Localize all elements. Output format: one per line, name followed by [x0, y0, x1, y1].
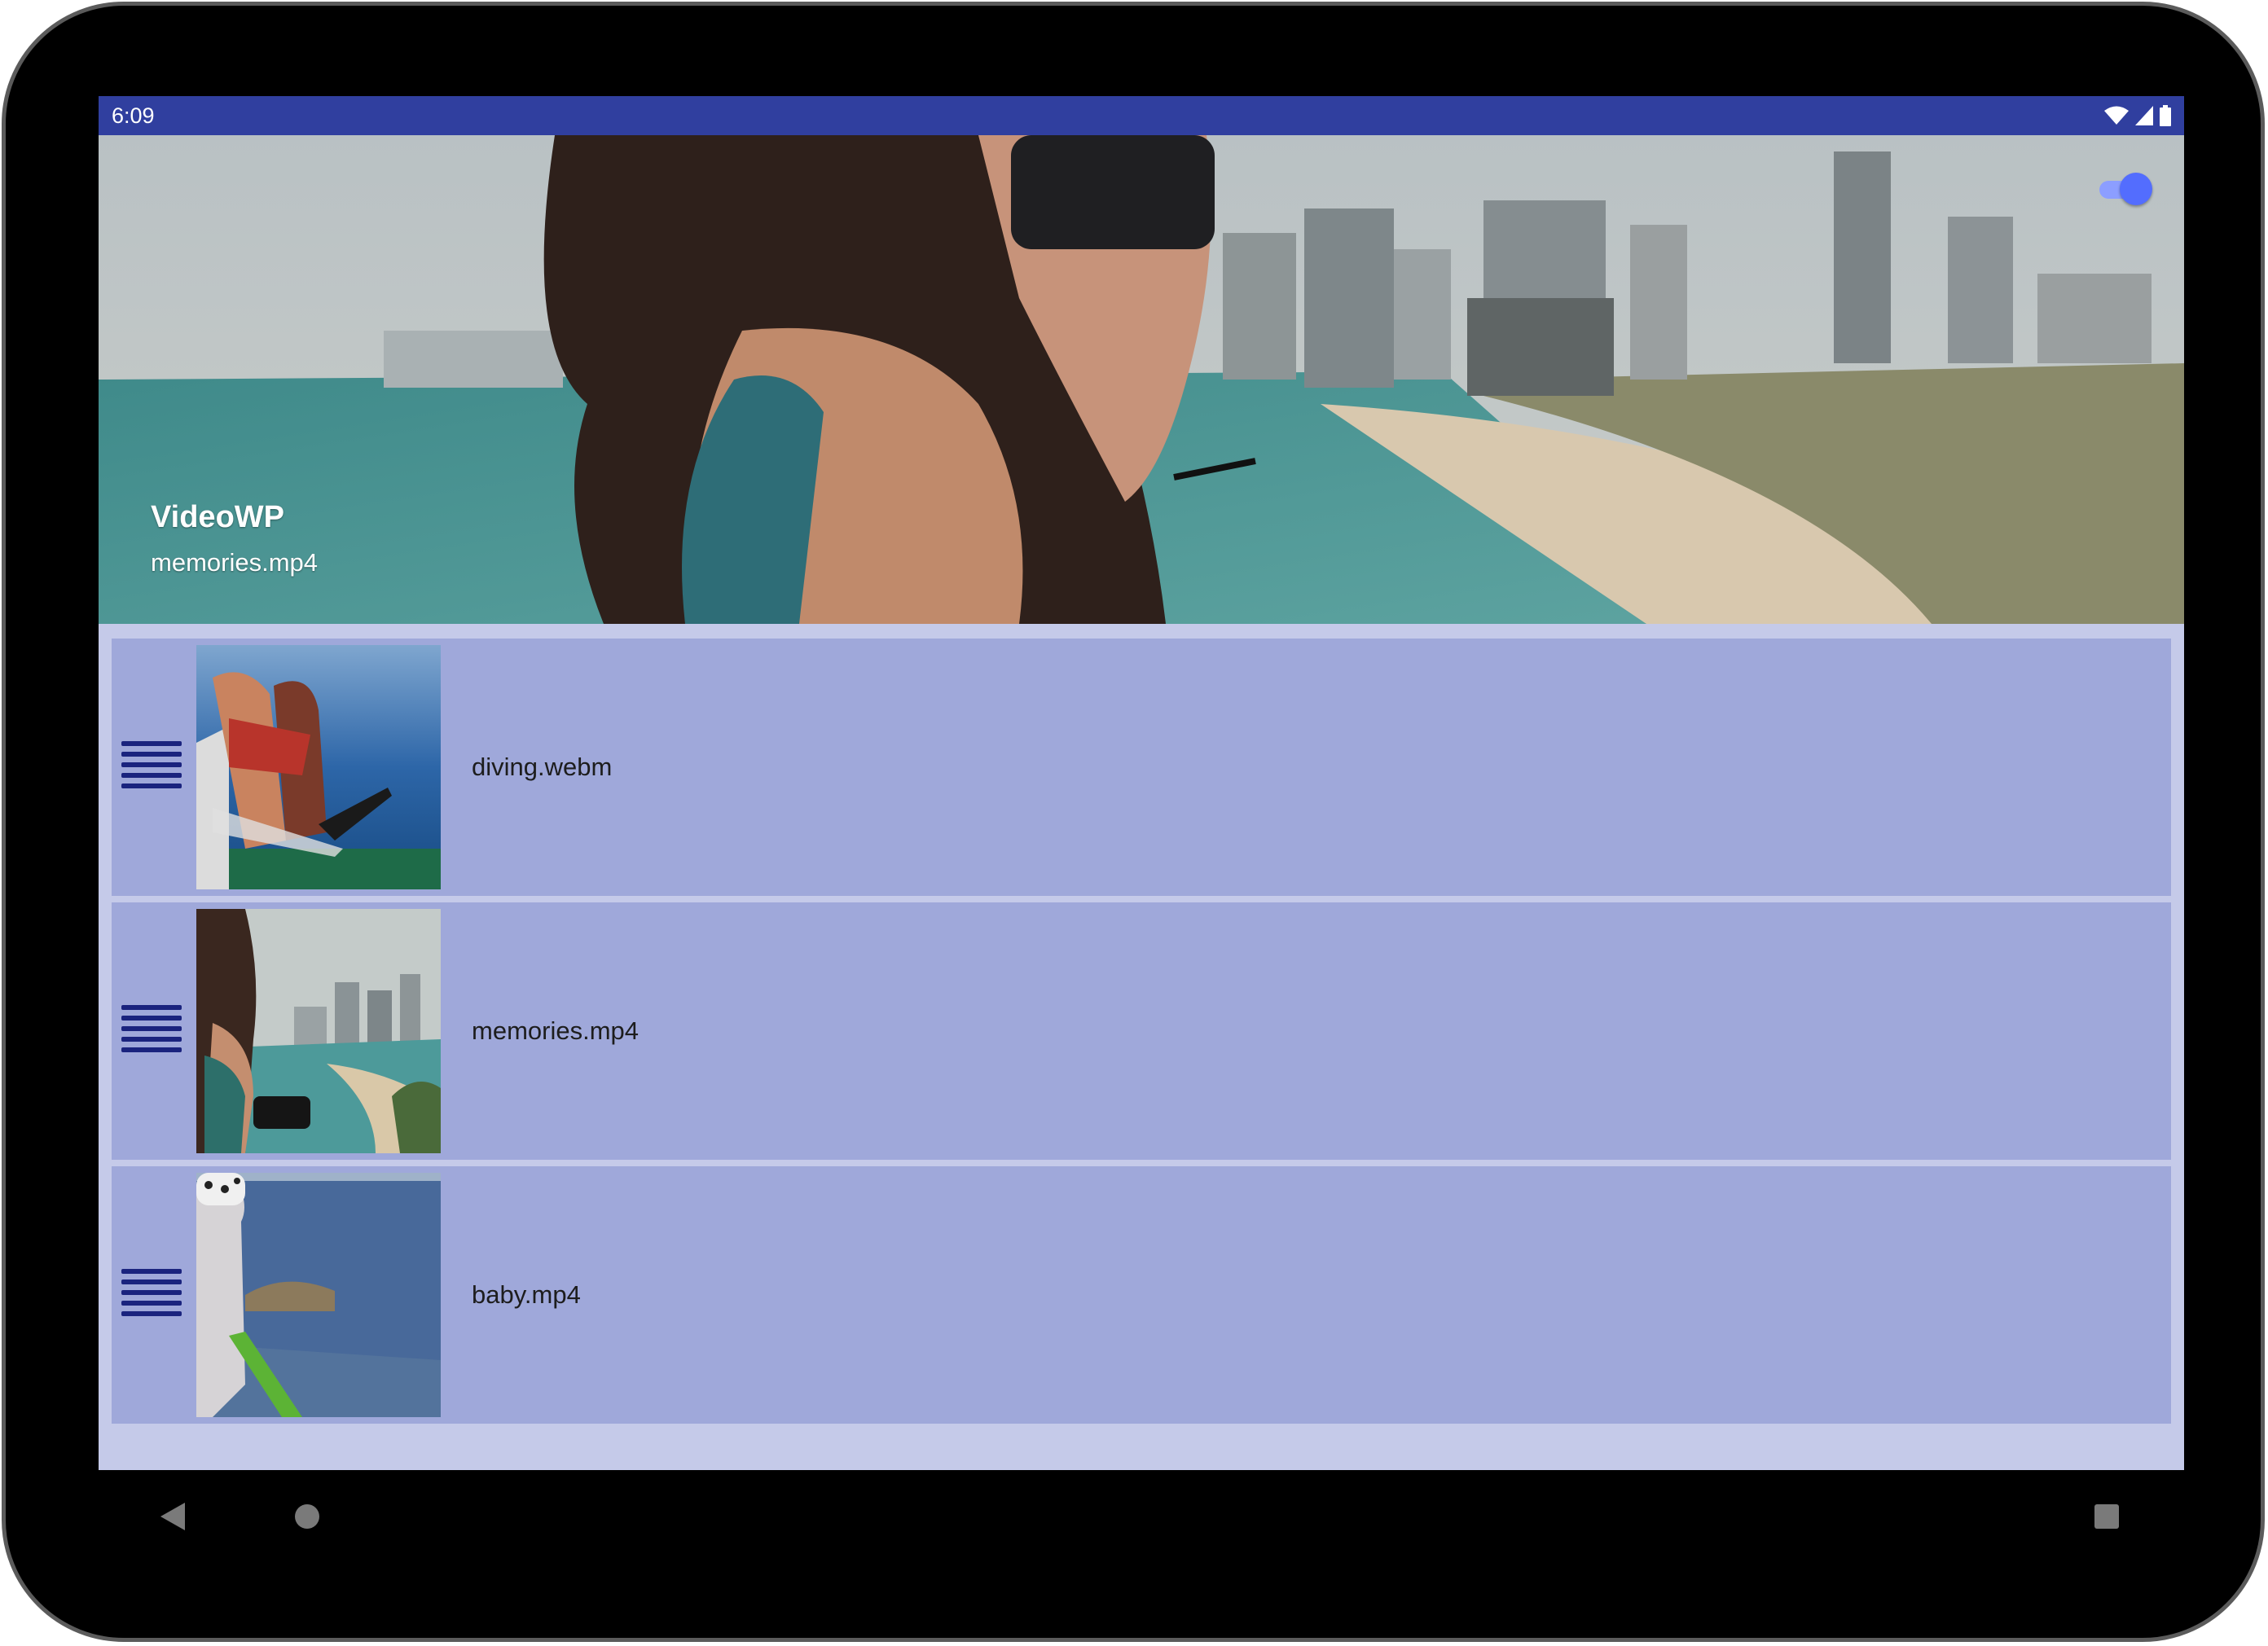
video-thumbnail [196, 645, 441, 889]
toggle-thumb [2120, 173, 2152, 205]
status-icons [2104, 103, 2171, 128]
playlist-item[interactable]: diving.webm [112, 639, 2171, 896]
playlist-item-label: baby.mp4 [472, 1280, 581, 1309]
video-thumbnail [196, 1173, 441, 1417]
playback-toggle[interactable] [2099, 173, 2152, 205]
playlist-item-label: memories.mp4 [472, 1016, 639, 1045]
drag-handle-icon[interactable] [121, 741, 182, 792]
home-icon[interactable] [295, 1504, 319, 1529]
signal-icon [2135, 106, 2153, 125]
playlist-item[interactable]: baby.mp4 [112, 1166, 2171, 1424]
app-title: VideoWP [151, 500, 284, 534]
drag-handle-icon[interactable] [121, 1269, 182, 1319]
status-bar: 6:09 [99, 96, 2184, 135]
tablet-frame: 6:09 VideoWP memories.mp4 diving.webm me… [2, 2, 2265, 1642]
video-header[interactable]: VideoWP memories.mp4 [99, 135, 2184, 624]
wifi-icon [2104, 106, 2129, 125]
playlist-item-label: diving.webm [472, 753, 613, 781]
video-frame [99, 135, 2184, 624]
drag-handle-icon[interactable] [121, 1005, 182, 1056]
back-icon[interactable] [160, 1503, 185, 1530]
status-time: 6:09 [112, 103, 155, 128]
video-thumbnail [196, 909, 441, 1153]
playlist-item[interactable]: memories.mp4 [112, 902, 2171, 1160]
playlist: diving.webm memories.mp4 baby.mp4 [112, 639, 2171, 1430]
screen: 6:09 VideoWP memories.mp4 diving.webm me… [99, 96, 2184, 1470]
now-playing-filename: memories.mp4 [151, 548, 318, 577]
battery-icon [2160, 105, 2171, 126]
recents-icon[interactable] [2094, 1504, 2119, 1529]
